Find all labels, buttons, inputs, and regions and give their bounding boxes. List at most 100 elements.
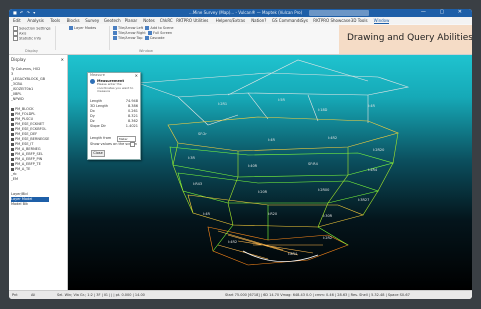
display-group: Selection Settings Axis Statistic Info (13, 26, 51, 41)
layer-modes-button[interactable]: Layer Modes (69, 26, 96, 30)
point-label: SF:R4 (308, 162, 319, 166)
tile-left-button[interactable]: Tile/Arrow Left (113, 26, 143, 30)
point-label: I:R43 (193, 182, 202, 186)
point-label: I:4R (268, 138, 275, 142)
app-window: ■ ↶ ↷ ▾ ...Mine Survey (Map)... - Vulcan… (9, 9, 472, 299)
menu-item-sys[interactable]: Sys (301, 18, 308, 23)
tile-top-button[interactable]: Tile/Arrow Top (113, 36, 142, 40)
panel-header: Display (11, 57, 26, 62)
close-icon[interactable]: ✕ (61, 57, 64, 62)
show-values-row[interactable]: Show values on the screen (90, 142, 138, 147)
status-snap[interactable]: Ali (31, 293, 35, 297)
point-label: I:30R (323, 214, 333, 218)
point-label: I:4R (368, 104, 375, 108)
point-label: I:3R27 (358, 198, 369, 202)
menu-item-analysis[interactable]: Analysis (27, 18, 43, 23)
measure-value: 74.948 (125, 99, 138, 103)
menu-item-gs-commands[interactable]: GS Commands (272, 18, 302, 23)
point-label: I:40R (248, 164, 258, 168)
point-label: I:2R20 (373, 148, 384, 152)
status-bar: Pnt Ali Sel. Win; Via Gr.; 1:2 | 3F | IG… (9, 290, 472, 299)
measure-dialog[interactable]: Measure ✕ Measurement Please enter the c… (87, 72, 141, 160)
ribbon-separator (55, 26, 56, 50)
measure-icon (90, 79, 95, 84)
level-2 (169, 146, 395, 178)
tile-right-icon (113, 31, 117, 35)
search-box[interactable] (309, 10, 369, 16)
banner-title: Drawing and Query Abilities (347, 33, 472, 43)
measure-label: Length (90, 99, 103, 103)
measure-value: 8.362 (127, 119, 138, 123)
point-label: I:2R1 (218, 102, 227, 106)
add-scene-icon (145, 26, 150, 30)
measure-row: 3D Length 8.386 (90, 104, 138, 108)
point-label: I:18D (318, 108, 328, 112)
layers-icon (69, 26, 73, 30)
tile-right-button[interactable]: Tile/Arrow Right (113, 31, 146, 35)
wireframe-top-outline (137, 72, 410, 98)
status-info: Sel. Win; Via Gr.; 1:2 | 3F | IG | | | p… (57, 293, 145, 297)
close-icon[interactable]: ✕ (135, 73, 138, 78)
menu-item-blocks[interactable]: Blocks (67, 18, 80, 23)
close-button[interactable]: Close (91, 150, 105, 157)
layer-icon (11, 107, 14, 111)
check-statistic-info[interactable]: Statistic Info (13, 36, 51, 41)
ribbon-separator (109, 26, 110, 50)
quick-access-toolbar[interactable]: ■ ↶ ↷ ▾ (13, 10, 36, 15)
menu-item-geotech[interactable]: Geotech (104, 18, 121, 23)
measure-value: 0.261 (127, 109, 138, 113)
menu-item-rktpro-utilities[interactable]: RKTPRO Utilities (176, 18, 208, 23)
menu-item-chkrc[interactable]: ChkRC (160, 18, 173, 23)
pit-hatch (217, 230, 323, 260)
cascade-icon (144, 36, 149, 40)
point-label: I:4R (203, 212, 210, 216)
menu-item-rktpro-showcase[interactable]: RKTPRO Showcase (313, 18, 350, 23)
layer-icon (11, 162, 14, 166)
measure-label: Slope Dir (90, 124, 106, 128)
full-screen-button[interactable]: Full Screen (148, 31, 172, 35)
status-mode: Pnt (12, 293, 18, 297)
menu-item-survey[interactable]: Survey (85, 18, 99, 23)
layer-icon (11, 117, 14, 121)
layer-icon (11, 142, 14, 146)
window-group-label: Window (139, 49, 153, 53)
measure-label: Dx (90, 109, 95, 113)
layer-icon (11, 112, 14, 116)
menu-item-3d-tools[interactable]: 3D Tools (351, 18, 368, 23)
level-4 (187, 194, 364, 228)
point-label: I:5R (278, 98, 285, 102)
point-label: I:4R2 (328, 136, 337, 140)
layer-panel: Display ✕ Ty Columns, H02 3 _LEGACYBLOCK_G… (9, 55, 68, 290)
tile-top-icon (113, 36, 117, 40)
point-label: I:2R00 (318, 188, 329, 192)
measure-value: 8.321 (127, 114, 138, 118)
3d-viewport[interactable]: I:2R1 I:5R I:18D I:4R SF:2r I:4R I:4R2 I:2R20 I:… (68, 55, 472, 290)
menu-item-planar[interactable]: Planar (125, 18, 138, 23)
point-label: SF:2r (198, 132, 207, 136)
layer-tree: Ty Columns, H02 3 _LEGACYBLOCK_GB _3CBA _ISO… (11, 67, 50, 207)
menu-item-nation-[interactable]: Nation? (251, 18, 266, 23)
menu-item-edit[interactable]: Edit (13, 18, 21, 23)
measure-value: 1.4021 (125, 124, 138, 128)
menu-item-notes[interactable]: Notes (143, 18, 155, 23)
window-controls[interactable]: — ▢ ✕ (421, 9, 468, 15)
window-group: Tile/Arrow Left Add to Scene Tile/Arrow … (113, 26, 174, 41)
menu-item-tools[interactable]: Tools (50, 18, 60, 23)
menu-item-helpers-extras[interactable]: Helpers/Extras (216, 18, 245, 23)
tree-item[interactable]: Model Blk (11, 202, 49, 207)
measure-row: Dx 0.261 (90, 109, 138, 113)
wireframe-peak (227, 59, 369, 96)
point-label: I:2R2 (323, 236, 332, 240)
display-group-label: Display (25, 49, 38, 53)
layer-icon (11, 127, 14, 131)
layer-icon (11, 137, 14, 141)
layer-icon (11, 147, 14, 151)
length-from-row: Length from Meter (90, 136, 138, 142)
add-to-scene-button[interactable]: Add to Scene (145, 26, 174, 30)
checkbox-icon[interactable] (130, 142, 135, 147)
layer-icon (11, 157, 14, 161)
cascade-button[interactable]: Cascade (144, 36, 165, 40)
layer-icon (11, 122, 14, 126)
point-label: I:3R (188, 156, 195, 160)
measure-row: Dz 8.362 (90, 119, 138, 123)
